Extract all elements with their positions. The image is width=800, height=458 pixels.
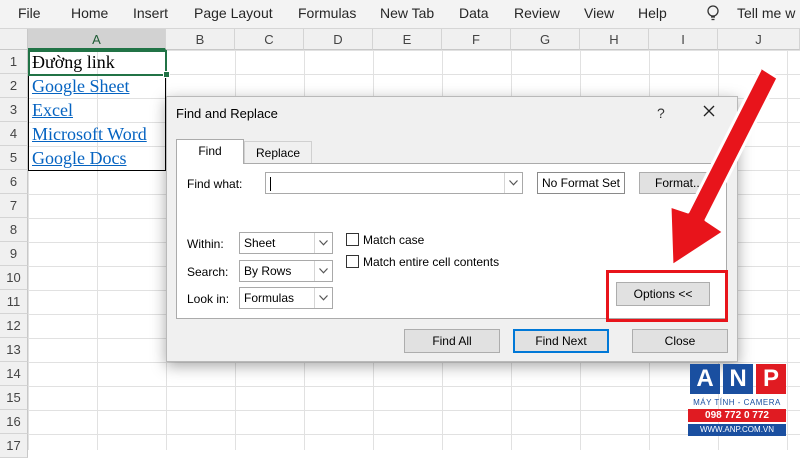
within-label: Within: <box>187 237 224 251</box>
dialog-title: Find and Replace <box>176 106 278 121</box>
row-header[interactable]: 15 <box>0 386 28 410</box>
menu-insert[interactable]: Insert <box>133 5 168 21</box>
row-header[interactable]: 12 <box>0 314 28 338</box>
logo-tagline: MÁY TÍNH - CAMERA <box>693 398 781 407</box>
active-cell-selection <box>28 50 167 76</box>
column-header-f[interactable]: F <box>442 29 511 50</box>
row-header[interactable]: 6 <box>0 170 28 194</box>
find-all-button[interactable]: Find All <box>404 329 500 353</box>
row-header[interactable]: 1 <box>0 50 28 74</box>
column-header-e[interactable]: E <box>373 29 442 50</box>
menu-formulas[interactable]: Formulas <box>298 5 356 21</box>
row-header[interactable]: 10 <box>0 266 28 290</box>
search-select[interactable]: By Rows <box>239 260 333 282</box>
tab-find[interactable]: Find <box>176 139 244 164</box>
menu-data[interactable]: Data <box>459 5 489 21</box>
row-header[interactable]: 9 <box>0 242 28 266</box>
column-header-b[interactable]: B <box>166 29 235 50</box>
row-header[interactable]: 14 <box>0 362 28 386</box>
find-what-dropdown[interactable] <box>504 173 522 193</box>
row-header[interactable]: 13 <box>0 338 28 362</box>
ribbon-menu-bar: File Home Insert Page Layout Formulas Ne… <box>0 0 800 29</box>
row-header[interactable]: 16 <box>0 410 28 434</box>
logo-phone: 098 772 0 772 <box>688 409 786 422</box>
red-arrow-icon <box>668 62 780 268</box>
row-header[interactable]: 11 <box>0 290 28 314</box>
tell-me-search[interactable]: Tell me w <box>737 5 795 21</box>
chevron-down-icon <box>319 240 328 246</box>
menu-new-tab[interactable]: New Tab <box>380 5 434 21</box>
menu-help[interactable]: Help <box>638 5 667 21</box>
logo-letter: A <box>690 364 720 394</box>
logo-website: WWW.ANP.COM.VN <box>688 424 786 436</box>
search-value: By Rows <box>244 264 292 278</box>
menu-review[interactable]: Review <box>514 5 560 21</box>
find-what-input[interactable] <box>265 172 523 194</box>
match-entire-checkbox[interactable] <box>346 255 359 268</box>
within-value: Sheet <box>244 236 276 250</box>
look-in-value: Formulas <box>244 291 295 305</box>
row-header[interactable]: 17 <box>0 434 28 458</box>
match-case-checkbox[interactable] <box>346 233 359 246</box>
row-header[interactable]: 3 <box>0 98 28 122</box>
lightbulb-icon <box>707 5 719 21</box>
column-header-i[interactable]: I <box>649 29 718 50</box>
column-header-g[interactable]: G <box>511 29 580 50</box>
text-caret <box>270 177 271 191</box>
column-header-a[interactable]: A <box>28 29 166 50</box>
logo-letter: N <box>723 364 753 394</box>
chevron-down-icon <box>509 180 518 186</box>
menu-view[interactable]: View <box>584 5 614 21</box>
anp-watermark-logo: A N P MÁY TÍNH - CAMERA 098 772 0 772 WW… <box>688 362 788 442</box>
row-header[interactable]: 4 <box>0 122 28 146</box>
match-case-label: Match case <box>363 233 425 247</box>
search-label: Search: <box>187 265 229 279</box>
look-in-select[interactable]: Formulas <box>239 287 333 309</box>
find-what-label: Find what: <box>187 177 243 191</box>
tab-replace[interactable]: Replace <box>244 141 312 163</box>
close-button[interactable]: Close <box>632 329 728 353</box>
search-dropdown[interactable] <box>314 261 332 281</box>
column-header-h[interactable]: H <box>580 29 649 50</box>
within-dropdown[interactable] <box>314 233 332 253</box>
chevron-down-icon <box>319 268 328 274</box>
column-header-d[interactable]: D <box>304 29 373 50</box>
format-preview: No Format Set <box>537 172 625 194</box>
row-header[interactable]: 5 <box>0 146 28 170</box>
fill-handle[interactable] <box>163 71 170 78</box>
find-next-button[interactable]: Find Next <box>513 329 609 353</box>
row-header[interactable]: 8 <box>0 218 28 242</box>
match-entire-label: Match entire cell contents <box>363 255 500 269</box>
column-header-c[interactable]: C <box>235 29 304 50</box>
row-header[interactable]: 2 <box>0 74 28 98</box>
within-select[interactable]: Sheet <box>239 232 333 254</box>
row-header[interactable]: 7 <box>0 194 28 218</box>
look-in-label: Look in: <box>187 292 230 306</box>
chevron-down-icon <box>319 295 328 301</box>
menu-page-layout[interactable]: Page Layout <box>194 5 273 21</box>
menu-home[interactable]: Home <box>71 5 108 21</box>
logo-letter: P <box>756 364 786 394</box>
menu-file[interactable]: File <box>18 5 41 21</box>
column-header-j[interactable]: J <box>718 29 800 50</box>
select-all-corner[interactable] <box>0 29 28 50</box>
look-in-dropdown[interactable] <box>314 288 332 308</box>
